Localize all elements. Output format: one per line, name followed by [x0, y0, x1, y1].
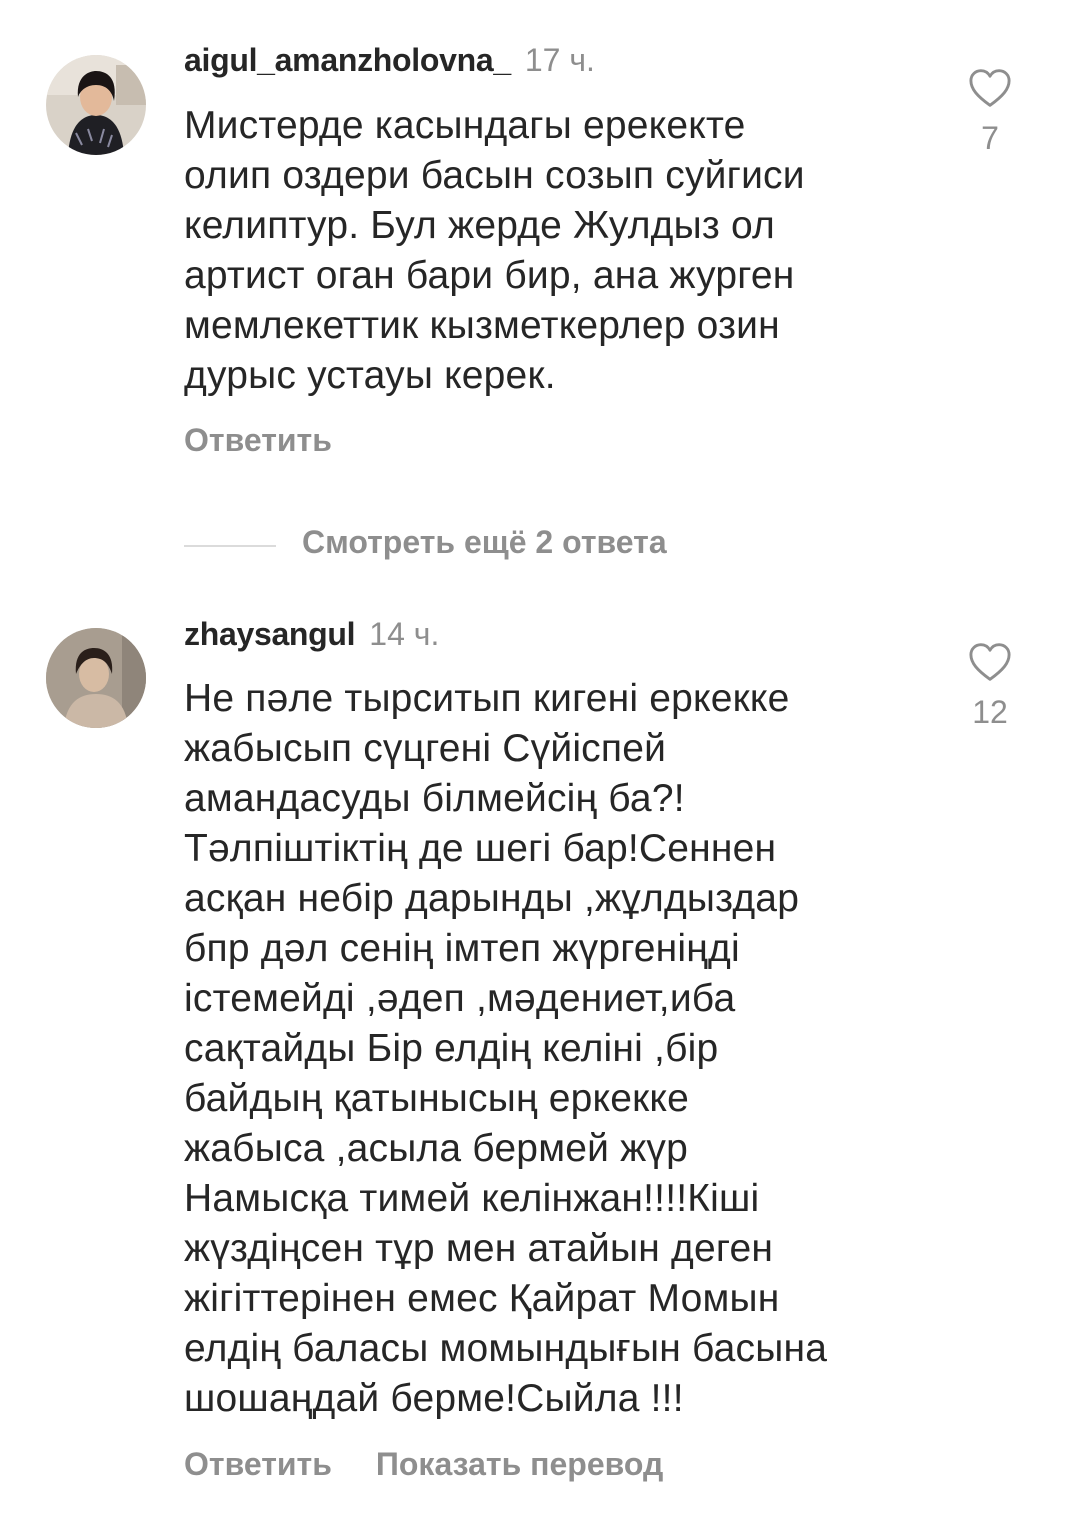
replies-divider — [184, 544, 276, 547]
comment-header: zhaysangul 14 ч. — [184, 614, 439, 654]
reply-button[interactable]: Ответить — [184, 1446, 332, 1482]
username[interactable]: aigul_amanzholovna_ — [184, 42, 511, 78]
view-replies-button[interactable]: Смотреть ещё 2 ответа — [184, 522, 667, 562]
timestamp: 17 ч. — [524, 42, 595, 78]
heart-outline-icon[interactable] — [968, 642, 1012, 682]
heart-outline-icon[interactable] — [968, 68, 1012, 108]
comment-text: Не пәле тырситып кигені еркекке жабысып … — [184, 677, 828, 1420]
comment-actions: Ответить Показать перевод — [184, 1444, 707, 1484]
view-replies-label[interactable]: Смотреть ещё 2 ответа — [302, 524, 667, 560]
reply-button[interactable]: Ответить — [184, 422, 332, 458]
comment-text: Мистерде касындагы ерекекте олип оздери … — [184, 104, 805, 397]
profile-photo-icon — [46, 628, 146, 728]
timestamp: 14 ч. — [369, 616, 440, 652]
comment-item: zhaysangul 14 ч. Не пәле тырситып кигені … — [0, 600, 1080, 1520]
like-button[interactable]: 12 — [962, 642, 1018, 732]
like-button[interactable]: 7 — [962, 68, 1018, 158]
avatar[interactable] — [46, 55, 146, 155]
profile-photo-icon — [46, 55, 146, 155]
like-count: 7 — [981, 120, 999, 156]
show-translation-button[interactable]: Показать перевод — [376, 1446, 663, 1482]
comment-item: aigul_amanzholovna_ 17 ч. Мистерде касынд… — [0, 0, 1080, 480]
avatar[interactable] — [46, 628, 146, 728]
comment-header: aigul_amanzholovna_ 17 ч. — [184, 40, 595, 80]
comment-actions: Ответить — [184, 420, 376, 460]
username[interactable]: zhaysangul — [184, 616, 356, 652]
like-count: 12 — [972, 694, 1008, 730]
